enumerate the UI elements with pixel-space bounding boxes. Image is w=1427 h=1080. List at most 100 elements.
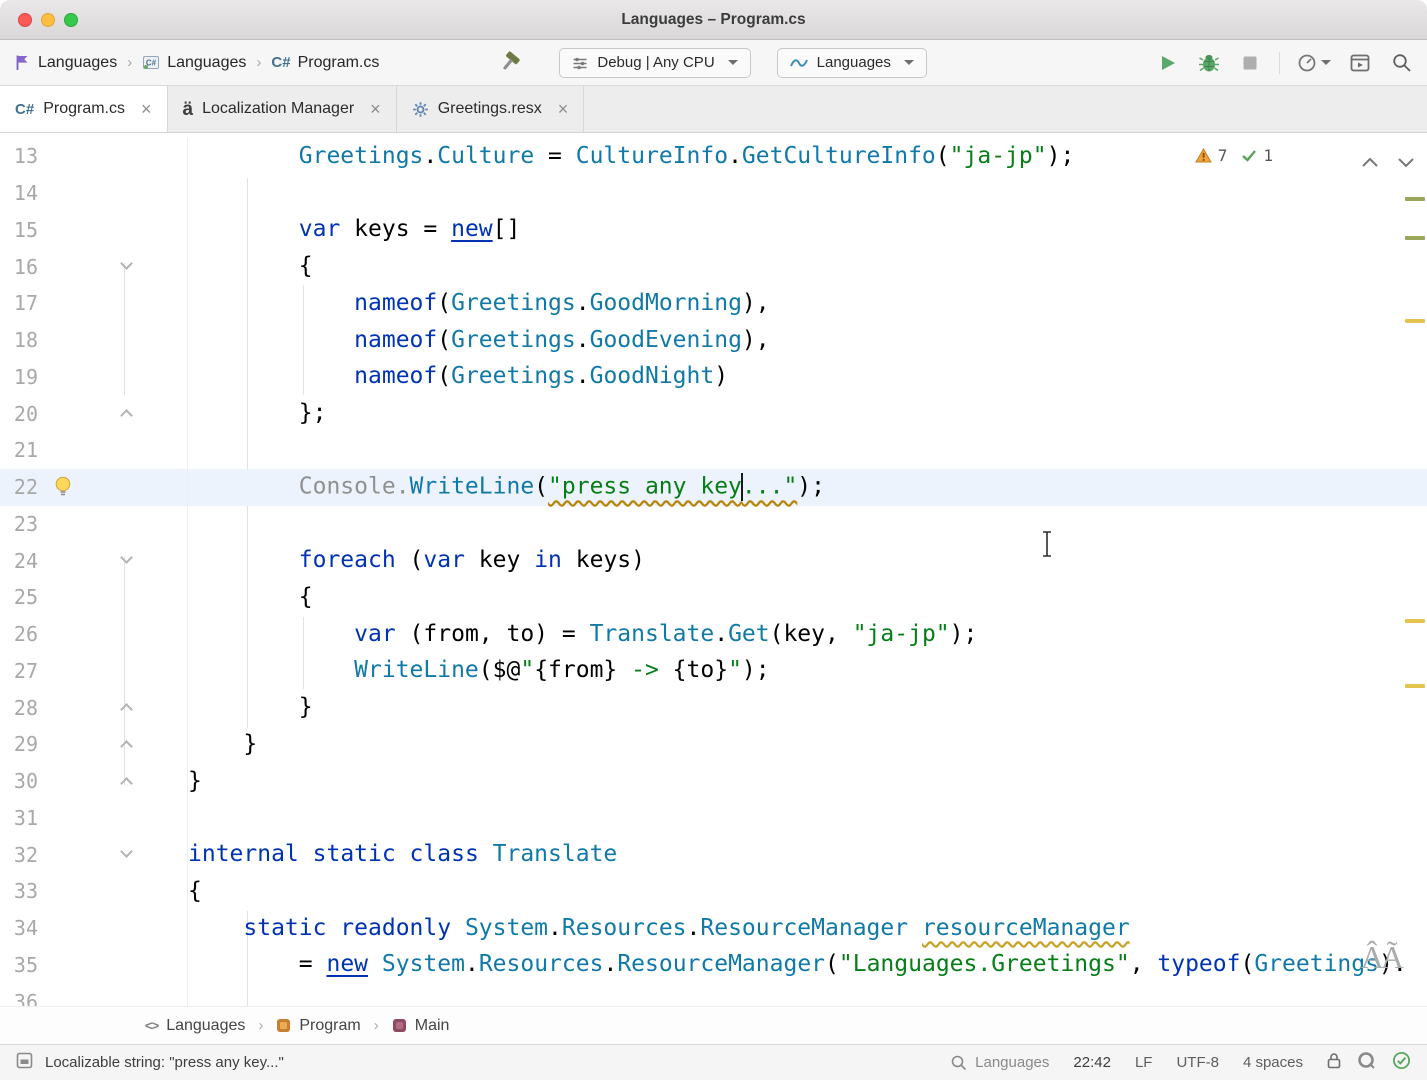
line-number[interactable]: 20 [0,404,38,424]
line-number[interactable]: 13 [0,146,38,166]
breadcrumb-program[interactable]: Program [276,1017,360,1035]
gutter[interactable] [38,285,188,322]
nav-crumb-program-cs[interactable]: C#Program.cs [271,54,379,72]
indent-widget[interactable]: 4 spaces [1243,1054,1303,1071]
code-line-14[interactable]: 14 [0,175,1427,212]
line-number[interactable]: 36 [0,992,38,1006]
run-toolwindow-button[interactable] [1348,48,1372,78]
run-configuration-select[interactable]: Languages [777,48,927,78]
line-number[interactable]: 17 [0,293,38,313]
breadcrumb-main[interactable]: Main [392,1017,450,1035]
fold-marker[interactable] [120,740,133,753]
tab-close-icon[interactable]: × [558,100,569,118]
code-line-27[interactable]: 27WriteLine($@"{from} -> {to}"); [0,653,1427,690]
fold-marker[interactable] [120,703,133,716]
gutter[interactable] [38,432,188,469]
line-number[interactable]: 18 [0,330,38,350]
nav-crumb-languages[interactable]: Languages [14,54,117,72]
code-line-24[interactable]: 24foreach (var key in keys) [0,542,1427,579]
gutter[interactable] [38,359,188,396]
gutter[interactable] [38,175,188,212]
gutter[interactable] [38,248,188,285]
inspection-stripe-mark[interactable] [1405,236,1425,240]
nav-crumb-languages[interactable]: C#Languages [142,54,246,72]
toolwindow-toggle-icon[interactable] [16,1052,33,1073]
line-number[interactable]: 34 [0,918,38,938]
gutter[interactable] [38,469,188,506]
gutter[interactable] [38,836,188,873]
gutter[interactable] [38,212,188,249]
next-problem-button[interactable] [1397,148,1415,174]
line-number[interactable]: 28 [0,698,38,718]
gutter[interactable] [38,800,188,837]
code-line-18[interactable]: 18nameof(Greetings.GoodEvening), [0,322,1427,359]
inspection-stripe-mark[interactable] [1405,319,1425,323]
fold-marker[interactable] [120,845,133,858]
code-line-23[interactable]: 23 [0,506,1427,543]
code-line-35[interactable]: 35= new System.Resources.ResourceManager… [0,947,1427,984]
gutter[interactable] [38,542,188,579]
gutter[interactable] [38,763,188,800]
solution-configuration-select[interactable]: Debug | Any CPU [559,48,750,78]
code-line-33[interactable]: 33{ [0,873,1427,910]
inspection-stripe-mark[interactable] [1405,684,1425,688]
gutter[interactable] [38,579,188,616]
inspections-ok-icon[interactable] [1392,1051,1411,1074]
fold-marker[interactable] [120,551,133,564]
code-line-15[interactable]: 15var keys = new[] [0,212,1427,249]
code-line-36[interactable]: 36 [0,983,1427,1006]
stop-button[interactable] [1238,48,1262,78]
line-number[interactable]: 22 [0,477,38,497]
line-number[interactable]: 31 [0,808,38,828]
encoding-widget[interactable]: UTF-8 [1176,1054,1219,1071]
inspection-stripe-mark[interactable] [1405,619,1425,623]
gutter[interactable] [38,726,188,763]
gutter[interactable] [38,322,188,359]
gutter[interactable] [38,910,188,947]
line-number[interactable]: 15 [0,220,38,240]
line-number[interactable]: 25 [0,587,38,607]
gutter[interactable] [38,138,188,175]
intention-bulb-icon[interactable] [54,475,73,499]
tab-close-icon[interactable]: × [141,100,152,118]
highlighting-level-icon[interactable] [1357,1051,1376,1074]
gutter[interactable] [38,616,188,653]
fold-marker[interactable] [120,257,133,270]
zoom-window-button[interactable] [64,13,78,27]
code-line-22[interactable]: 22Console.WriteLine("press any key..."); [0,469,1427,506]
background-task[interactable]: Languages [950,1054,1049,1071]
breadcrumb-languages[interactable]: <>Languages [145,1017,245,1035]
code-line-25[interactable]: 25{ [0,579,1427,616]
gutter[interactable] [38,689,188,726]
build-solution-button[interactable] [499,48,525,78]
gutter[interactable] [38,947,188,984]
profiler-button[interactable] [1297,48,1331,78]
line-number[interactable]: 30 [0,771,38,791]
tab-greetings-resx[interactable]: Greetings.resx× [397,86,585,132]
readonly-lock-icon[interactable] [1327,1052,1341,1073]
line-separator-widget[interactable]: LF [1135,1054,1153,1071]
line-number[interactable]: 27 [0,661,38,681]
search-everywhere-button[interactable] [1389,48,1413,78]
line-number[interactable]: 19 [0,367,38,387]
fold-marker[interactable] [120,409,133,422]
code-line-32[interactable]: 32internal static class Translate [0,836,1427,873]
debug-button[interactable] [1197,48,1221,78]
fold-marker[interactable] [120,777,133,790]
line-number[interactable]: 16 [0,257,38,277]
line-number[interactable]: 26 [0,624,38,644]
inspection-stripe-mark[interactable] [1405,197,1425,201]
code-line-19[interactable]: 19nameof(Greetings.GoodNight) [0,359,1427,396]
code-line-17[interactable]: 17nameof(Greetings.GoodMorning), [0,285,1427,322]
code-line-20[interactable]: 20}; [0,395,1427,432]
line-number[interactable]: 14 [0,183,38,203]
gutter[interactable] [38,395,188,432]
line-number[interactable]: 35 [0,955,38,975]
run-button[interactable] [1156,48,1180,78]
previous-problem-button[interactable] [1361,148,1379,174]
code-line-34[interactable]: 34static readonly System.Resources.Resou… [0,910,1427,947]
line-number[interactable]: 23 [0,514,38,534]
close-window-button[interactable] [18,13,32,27]
line-number[interactable]: 32 [0,845,38,865]
line-number[interactable]: 21 [0,440,38,460]
